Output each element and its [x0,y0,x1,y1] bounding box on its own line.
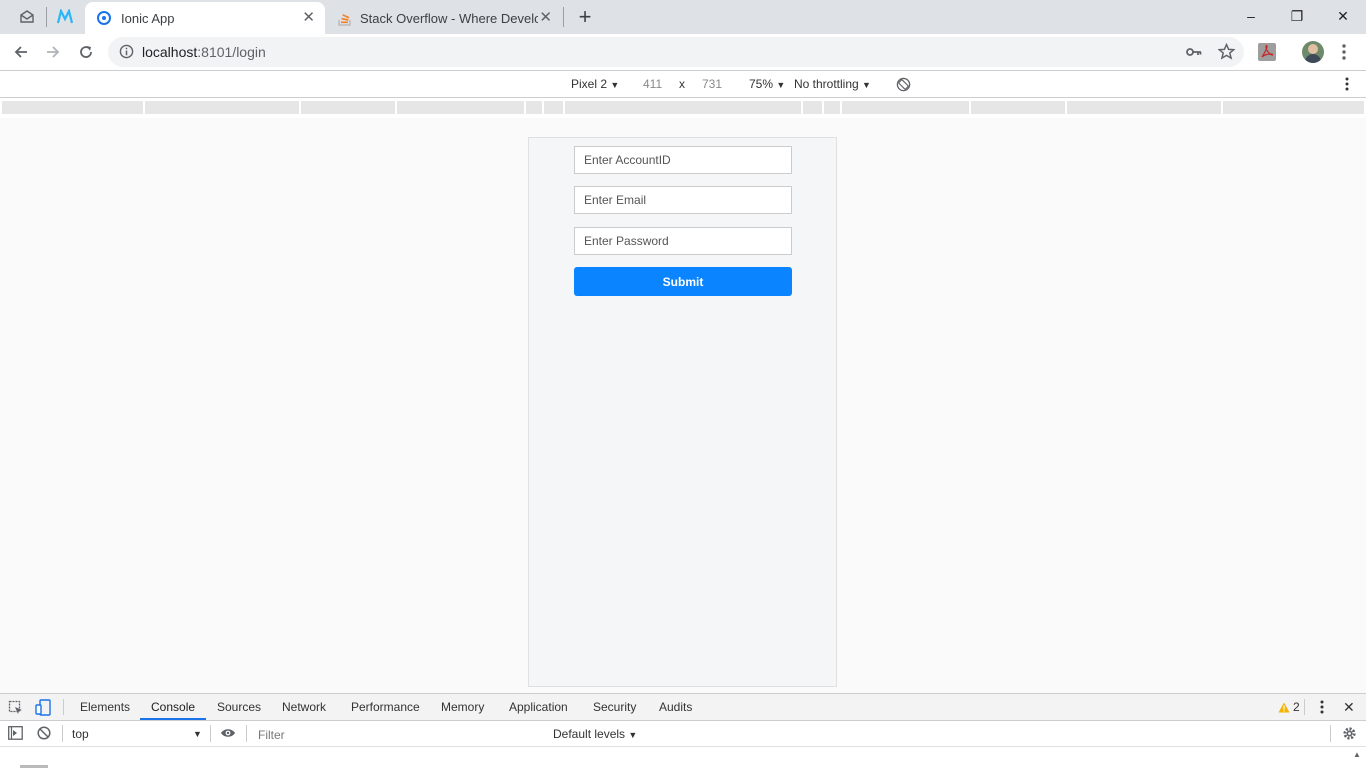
browser-toolbar: localhost:8101/login [0,34,1366,70]
key-icon[interactable] [1186,45,1202,62]
media-query-segment[interactable] [1067,101,1221,114]
tab-ionic-app[interactable]: Ionic App ✕ [85,2,325,34]
rotate-icon[interactable] [896,77,911,95]
tab-memory[interactable]: Memory [441,700,484,714]
dimension-separator: x [679,77,685,91]
reload-icon [80,46,92,58]
pdf-extension-icon[interactable] [1258,43,1276,61]
tab-favicon-icon [97,11,111,25]
devtools-close-icon[interactable]: ✕ [1343,699,1355,716]
active-tab-indicator [140,718,206,720]
dropdown-arrow-icon: ▼ [776,80,786,90]
tab-sources[interactable]: Sources [217,700,261,714]
browser-menu-icon[interactable] [1330,38,1358,66]
tab-close-icon[interactable]: ✕ [539,10,552,26]
media-query-segment[interactable] [565,101,801,114]
viewport-height-input[interactable]: 731 [702,77,722,91]
device-toolbar: Pixel 2 ▼ 411 x 731 75% ▼ No throttling … [0,70,1366,98]
media-query-segment[interactable] [971,101,1065,114]
tab-title: Stack Overflow - Where Developers Learn,… [360,10,538,26]
viewport-width-input[interactable]: 411 [643,77,662,91]
media-query-segment[interactable] [526,101,542,114]
address-bar[interactable]: localhost:8101/login [108,37,1244,67]
media-query-segment[interactable] [301,101,395,114]
dropdown-arrow-icon: ▼ [610,80,620,90]
toolbar-divider [1304,699,1305,715]
stackoverflow-favicon-icon [338,10,352,26]
warnings-counter[interactable]: 2 [1278,700,1300,714]
back-button[interactable] [7,38,35,66]
minimize-button[interactable]: – [1228,0,1274,32]
live-expression-eye-icon[interactable] [220,727,236,742]
device-screen: Submit [528,137,837,687]
device-toolbar-more-icon[interactable] [1345,77,1349,94]
forward-arrow-icon [47,46,60,58]
media-query-segment[interactable] [544,101,563,114]
close-window-button[interactable]: ✕ [1320,0,1366,32]
reload-button[interactable] [72,38,100,66]
toolbar-divider [63,699,64,715]
tab-network[interactable]: Network [282,700,326,714]
info-icon[interactable] [119,44,134,62]
tab-performance[interactable]: Performance [351,700,420,714]
dropdown-arrow-icon: ▼ [862,80,871,90]
media-query-bar [0,98,1366,118]
media-query-segment[interactable] [397,101,524,114]
email-input[interactable] [574,186,792,214]
tab-strip: Ionic App ✕ Stack Overflow - Where Devel… [0,0,1366,34]
tab-console[interactable]: Console [151,700,195,714]
bookmark-star-icon[interactable] [1217,42,1236,63]
tab-security[interactable]: Security [593,700,636,714]
devtools-panel: Elements Console Sources Network Perform… [0,693,1366,768]
page-viewport: Submit [0,118,1366,693]
zoom-select[interactable]: 75% ▼ [749,77,785,91]
throttling-select[interactable]: No throttling ▼ [794,77,871,91]
console-toolbar: top ▼ Default levels ▼ [0,721,1366,747]
tab-close-icon[interactable]: ✕ [302,10,315,26]
toolbar-divider [210,725,211,742]
back-arrow-icon [14,46,27,58]
clear-console-icon[interactable] [37,726,51,743]
tab-title: Ionic App [121,10,175,26]
account-id-input[interactable] [574,146,792,174]
inspect-element-icon[interactable] [8,700,24,719]
toolbar-divider [1330,725,1331,742]
dropdown-arrow-icon[interactable]: ▼ [193,729,202,739]
media-query-segment[interactable] [803,101,822,114]
media-query-segment[interactable] [842,101,969,114]
profile-avatar[interactable] [1302,41,1324,63]
submit-button[interactable]: Submit [574,267,792,296]
tab-separator [46,7,47,27]
media-query-segment[interactable] [2,101,143,114]
password-input[interactable] [574,227,792,255]
tab-separator [563,7,564,27]
device-toggle-icon[interactable] [35,699,51,719]
tab-search-icon[interactable] [13,5,41,29]
log-levels-select[interactable]: Default levels ▼ [553,727,637,741]
dropdown-arrow-icon: ▼ [628,730,638,740]
restore-button[interactable]: ❐ [1274,0,1320,32]
devtools-tab-bar: Elements Console Sources Network Perform… [0,694,1366,721]
url-text[interactable]: localhost:8101/login [142,44,266,60]
media-query-segment[interactable] [145,101,299,114]
devtools-menu-icon[interactable] [1320,700,1324,717]
toolbar-divider [246,725,247,742]
console-settings-gear-icon[interactable] [1342,726,1357,744]
tab-audits[interactable]: Audits [659,700,692,714]
scroll-up-arrow-icon[interactable]: ▲ [1353,750,1361,759]
toolbar-divider [62,725,63,742]
show-sidebar-icon[interactable] [8,726,23,743]
device-select[interactable]: Pixel 2 ▼ [571,77,619,91]
tab-elements[interactable]: Elements [80,700,130,714]
forward-button[interactable] [39,38,67,66]
console-filter-input[interactable] [252,724,552,746]
new-tab-button[interactable]: + [571,4,599,29]
tab-application[interactable]: Application [509,700,568,714]
media-query-segment[interactable] [824,101,840,114]
context-select[interactable]: top [72,727,89,741]
warning-icon [1278,702,1290,712]
media-query-segment[interactable] [1223,101,1364,114]
pinned-tab-app-icon[interactable] [51,5,79,29]
tab-stack-overflow[interactable]: Stack Overflow - Where Developers Learn,… [326,2,562,34]
